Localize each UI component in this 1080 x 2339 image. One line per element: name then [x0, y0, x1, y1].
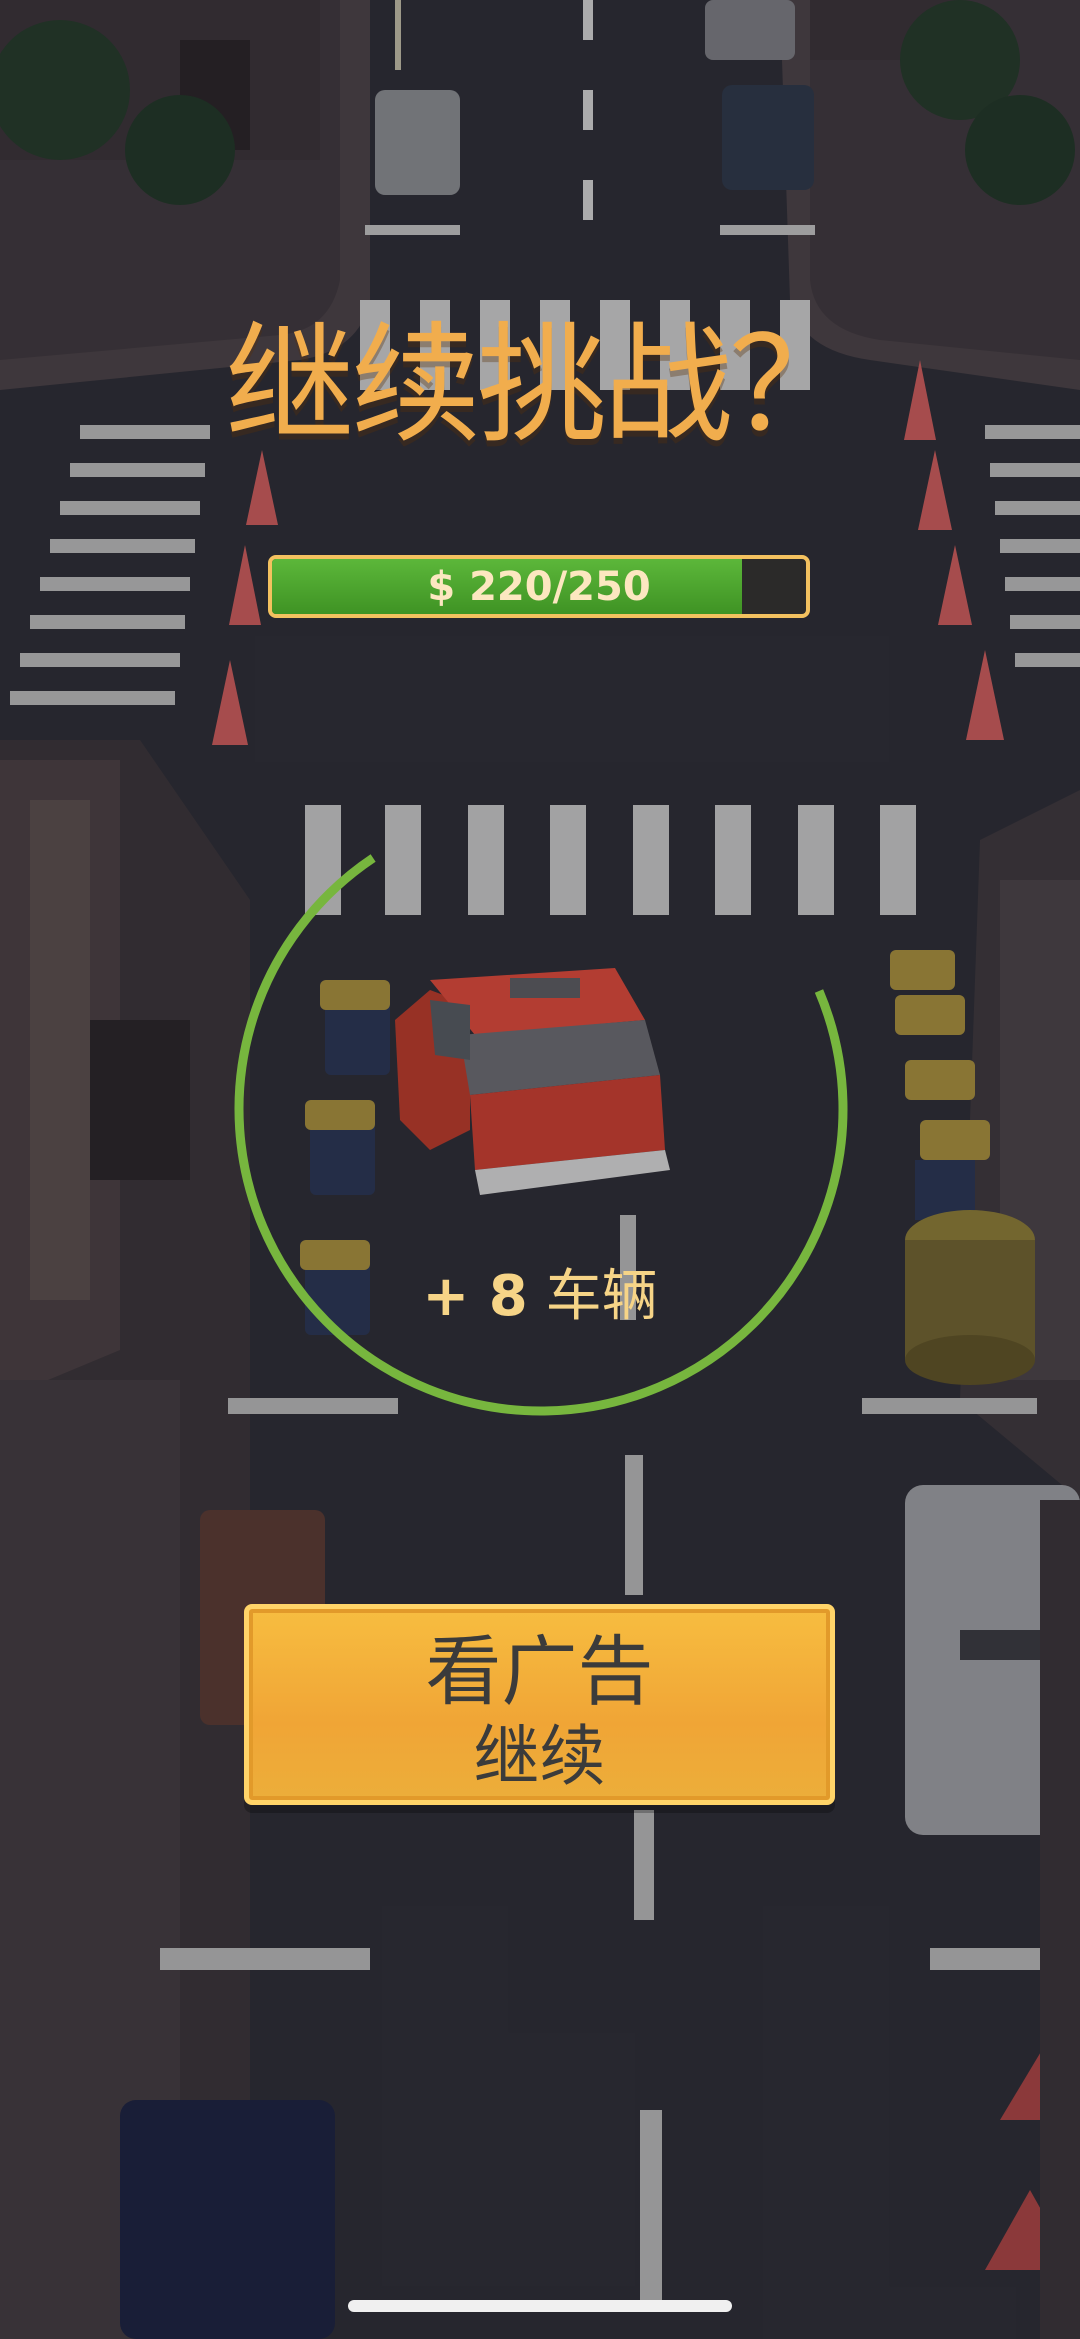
- watch-ad-continue-button[interactable]: 看广告 继续: [244, 1604, 835, 1805]
- reward-unit: 车辆: [545, 1264, 658, 1329]
- money-progress-bar: $ 220/250: [268, 555, 810, 618]
- watch-ad-label: 看广告: [425, 1627, 654, 1716]
- reward-amount: + 8: [422, 1264, 528, 1329]
- reward-text: + 8 车辆: [0, 1262, 1080, 1332]
- home-indicator[interactable]: [348, 2300, 732, 2312]
- page-title: 继续挑战？: [224, 309, 859, 461]
- progress-label: $ 220/250: [427, 564, 651, 610]
- continue-label: 继续: [473, 1718, 606, 1795]
